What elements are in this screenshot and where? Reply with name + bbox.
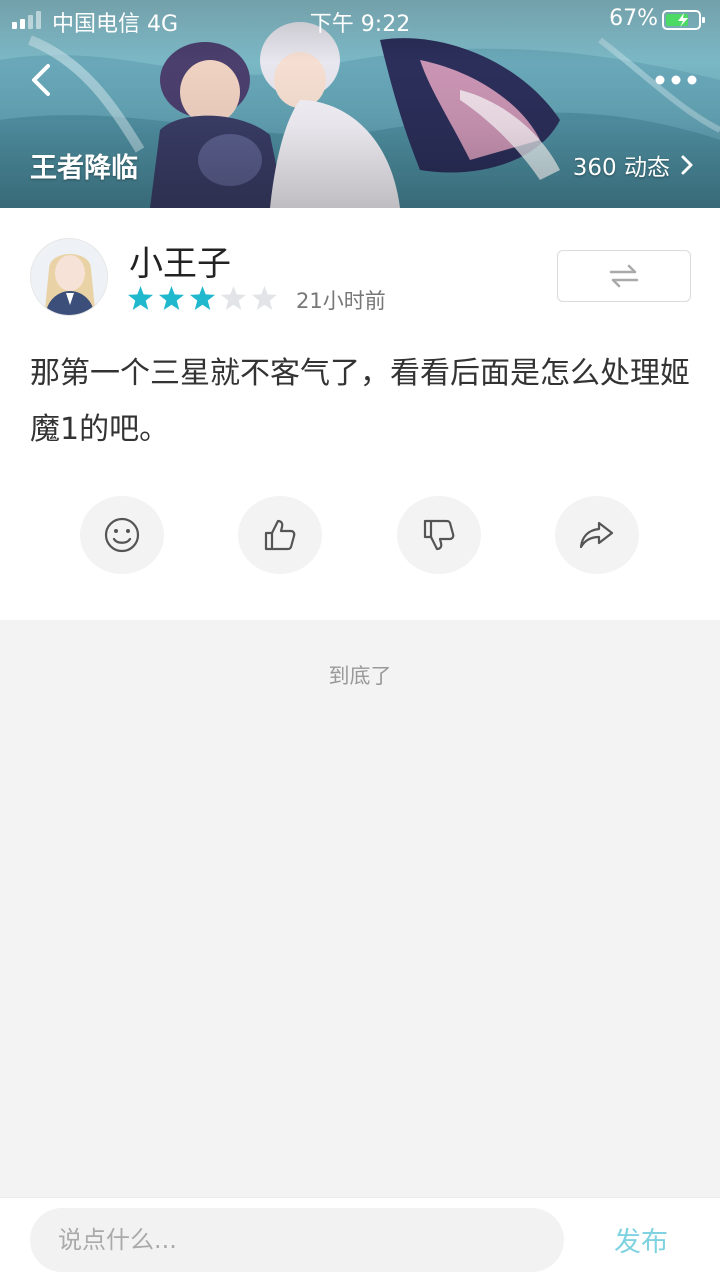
chevron-left-icon — [32, 64, 50, 96]
comment-bar: 发布 — [0, 1197, 720, 1281]
emoji-button[interactable] — [80, 496, 164, 574]
more-dots-icon — [655, 75, 697, 85]
comment-input[interactable] — [30, 1208, 564, 1272]
battery-percent: 67% — [609, 6, 658, 31]
star-filled-icon — [159, 286, 184, 310]
share-button[interactable] — [555, 496, 639, 574]
thumbs-down-icon — [423, 519, 455, 551]
end-of-list-text: 到底了 — [328, 664, 392, 688]
like-button[interactable] — [238, 496, 322, 574]
star-filled-icon — [190, 286, 215, 310]
switch-button[interactable] — [557, 250, 691, 302]
action-row — [80, 496, 640, 574]
post-card: 小王子 21小时前 那第一个三星就不客气了，看看后面是怎么处理姬魔1的吧。 — [0, 208, 720, 620]
swap-arrows-icon — [609, 264, 639, 288]
avatar-image — [31, 239, 107, 315]
avatar[interactable] — [30, 238, 108, 316]
smiley-icon — [104, 517, 140, 553]
star-empty-icon — [221, 286, 246, 310]
battery-icon — [662, 10, 705, 30]
thumbs-up-icon — [264, 519, 296, 551]
chevron-right-icon — [681, 155, 693, 175]
star-rating — [128, 286, 277, 310]
more-button[interactable] — [654, 68, 698, 92]
post-time: 21小时前 — [296, 289, 386, 313]
header-banner: 中国电信 4G 下午 9:22 67% 王者降临 360 动态 — [0, 0, 720, 208]
game-title: 王者降临 — [30, 153, 138, 184]
username[interactable]: 小王子 — [129, 236, 231, 285]
share-icon — [579, 521, 614, 549]
status-bar: 中国电信 4G 下午 9:22 67% — [0, 0, 720, 40]
publish-button[interactable]: 发布 — [614, 1220, 668, 1259]
star-filled-icon — [128, 286, 153, 310]
dynamics-link[interactable]: 360 动态 — [573, 148, 694, 182]
dynamics-label: 360 动态 — [572, 155, 670, 181]
back-button[interactable] — [22, 58, 62, 102]
star-empty-icon — [252, 286, 277, 310]
dislike-button[interactable] — [397, 496, 481, 574]
post-content: 那第一个三星就不客气了，看看后面是怎么处理姬魔1的吧。 — [30, 356, 690, 447]
